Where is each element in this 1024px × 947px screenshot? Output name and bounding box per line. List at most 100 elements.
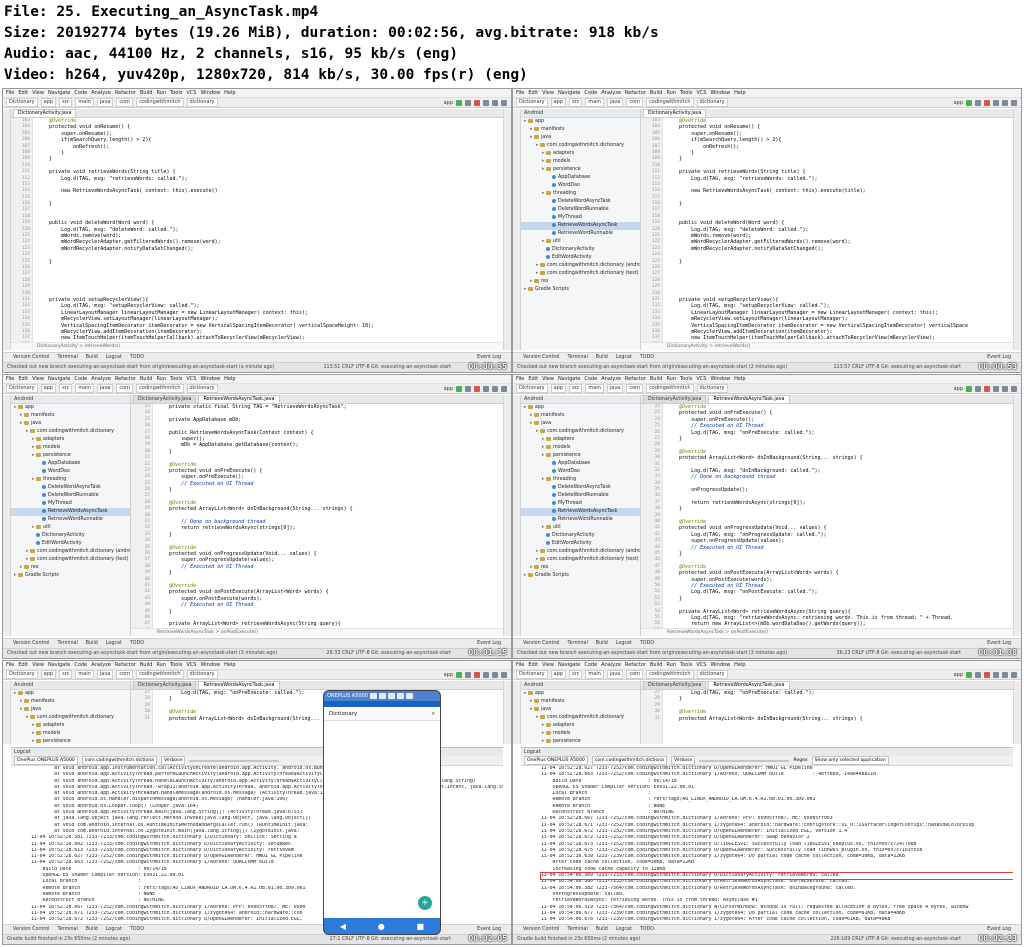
run-config-select[interactable]: app xyxy=(954,100,963,106)
avd-manager-icon[interactable] xyxy=(492,99,498,106)
editor-tab[interactable]: RetrieveWordsAsyncTask.java xyxy=(198,395,280,403)
menu-item[interactable]: Help xyxy=(224,662,235,668)
menu-item[interactable]: Edit xyxy=(528,90,538,96)
search-everywhere-icon[interactable] xyxy=(1011,671,1017,678)
breadcrumb-item[interactable]: dictionary xyxy=(696,384,728,393)
tree-item[interactable]: RetrieveWordRunnable xyxy=(521,230,640,238)
tool-window-button[interactable]: Build xyxy=(596,641,608,646)
tree-item[interactable]: ▸ util xyxy=(521,524,640,532)
tree-item[interactable]: ▸ com.codingwithmitch.dictionary xyxy=(521,428,640,436)
run-config-select[interactable]: app xyxy=(444,386,453,392)
menu-item[interactable]: Run xyxy=(156,662,166,668)
breadcrumb-item[interactable]: main xyxy=(585,98,604,107)
tree-item[interactable]: ▸com.codingwithmitch.dictionary (android… xyxy=(11,548,130,556)
menu-item[interactable]: Tools xyxy=(170,90,182,96)
breadcrumb-item[interactable]: java xyxy=(96,384,114,393)
debug-icon[interactable] xyxy=(975,385,981,392)
menu-item[interactable]: View xyxy=(542,376,554,382)
breadcrumb-item[interactable]: java xyxy=(606,384,624,393)
menu-item[interactable]: Refactor xyxy=(625,662,646,668)
menu-item[interactable]: Build xyxy=(140,662,153,668)
menu-item[interactable]: Tools xyxy=(680,90,692,96)
code-text[interactable]: @Override protected void onResume() { su… xyxy=(663,118,1013,342)
menu-item[interactable]: VCS xyxy=(186,90,196,96)
tree-item[interactable]: ▸ adapters xyxy=(11,722,130,730)
tree-item[interactable]: DictionaryActivity xyxy=(521,246,640,254)
emulator-volume-icon[interactable] xyxy=(387,693,395,699)
breadcrumb-item[interactable]: main xyxy=(75,384,94,393)
menu-item[interactable]: Tools xyxy=(170,376,182,382)
device-select[interactable]: OnePlus ONEPLUS A5000 xyxy=(524,756,588,765)
breadcrumb-item[interactable]: app xyxy=(40,384,57,393)
breadcrumb-item[interactable]: codingwithmitch xyxy=(136,384,184,393)
tree-item[interactable]: ▸ models xyxy=(521,158,640,166)
tree-item[interactable]: ▸ manifests xyxy=(11,412,130,420)
menu-item[interactable]: Code xyxy=(74,90,87,96)
tool-window-button[interactable]: TODO xyxy=(130,355,144,360)
menu-item[interactable]: VCS xyxy=(696,90,706,96)
tree-item[interactable]: ▸ java xyxy=(521,706,640,714)
menu-item[interactable]: Navigate xyxy=(558,376,580,382)
breadcrumb-item[interactable]: main xyxy=(585,670,604,679)
tool-window-button[interactable]: Terminal xyxy=(58,355,78,360)
breadcrumb-item[interactable]: app xyxy=(550,98,567,107)
avd-manager-icon[interactable] xyxy=(1002,99,1008,106)
debug-icon[interactable] xyxy=(975,671,981,678)
code-editor[interactable]: DictionaryActivity.java RetrieveWordsAsyn… xyxy=(131,681,503,744)
menu-item[interactable]: Edit xyxy=(528,662,538,668)
tree-item[interactable]: DictionaryActivity xyxy=(11,532,130,540)
event-log-button[interactable]: Event Log xyxy=(477,927,511,932)
tool-window-button[interactable]: Build xyxy=(596,355,608,360)
tree-item[interactable]: ▸ com.codingwithmitch.dictionary (test) xyxy=(11,556,130,564)
code-editor[interactable]: DictionaryActivity.java 103 104 105 106 107 10… xyxy=(11,109,503,350)
debug-icon[interactable] xyxy=(465,99,471,106)
tree-item[interactable]: ▸ java xyxy=(11,706,130,714)
search-everywhere-icon[interactable] xyxy=(501,99,507,106)
tool-window-button[interactable]: Build xyxy=(596,927,608,932)
tree-item[interactable]: WordDao xyxy=(521,468,640,476)
code-editor[interactable]: DictionaryActivity.java RetrieveWordsAsyn… xyxy=(641,395,1013,636)
breadcrumb-item[interactable]: com xyxy=(116,98,134,107)
breadcrumb-item[interactable]: main xyxy=(75,670,94,679)
tree-item[interactable]: AppDatabase xyxy=(521,174,640,182)
tree-item[interactable]: ▸ manifests xyxy=(521,412,640,420)
breadcrumb-item[interactable]: Dictionary xyxy=(516,98,548,107)
breadcrumb-item[interactable]: Dictionary xyxy=(6,670,38,679)
project-view-selector[interactable]: Android xyxy=(521,109,640,118)
breadcrumb-item[interactable]: codingwithmitch xyxy=(136,98,184,107)
menu-item[interactable]: VCS xyxy=(186,376,196,382)
breadcrumb-item[interactable]: Dictionary xyxy=(6,98,38,107)
menu-item[interactable]: Refactor xyxy=(115,662,136,668)
event-log-button[interactable]: Event Log xyxy=(987,355,1021,360)
code-area[interactable]: 22 23 24 25 26 27 28 29 30 31 32 33 34 35 36 37 38 39 40 41… xyxy=(641,404,1013,628)
editor-tab[interactable]: RetrieveWordsAsyncTask.java xyxy=(708,395,790,403)
menu-item[interactable]: Code xyxy=(74,662,87,668)
menu-item[interactable]: Code xyxy=(584,662,597,668)
tree-item[interactable]: EditWordActivity xyxy=(521,540,640,548)
editor-tab[interactable]: RetrieveWordsAsyncTask.java xyxy=(198,681,280,689)
search-everywhere-icon[interactable] xyxy=(501,385,507,392)
stop-icon[interactable] xyxy=(474,385,480,392)
tool-window-button[interactable]: Build xyxy=(86,927,98,932)
breadcrumb-item[interactable]: app xyxy=(40,670,57,679)
menu-item[interactable]: Window xyxy=(710,376,730,382)
tree-item[interactable]: AppDatabase xyxy=(11,460,130,468)
tree-item[interactable]: ▸ threading xyxy=(521,476,640,484)
tree-item[interactable]: ▸ java xyxy=(521,420,640,428)
back-nav-icon[interactable]: ◀ xyxy=(340,922,346,931)
add-word-fab[interactable]: + xyxy=(418,896,432,910)
tree-item[interactable]: MyThread xyxy=(521,500,640,508)
menu-item[interactable]: Window xyxy=(710,90,730,96)
breadcrumb-item[interactable]: dictionary xyxy=(186,98,218,107)
code-area[interactable]: 27 28 29 30 31 Log.d(TAG, msg: "onPreExecute… xyxy=(131,690,503,744)
tool-window-button[interactable]: Version Control xyxy=(13,927,50,932)
tree-item[interactable]: EditWordActivity xyxy=(11,540,130,548)
tree-item[interactable]: ▸ manifests xyxy=(11,698,130,706)
menu-item[interactable]: Refactor xyxy=(625,376,646,382)
run-icon[interactable] xyxy=(456,671,462,678)
tool-window-button[interactable]: Logcat xyxy=(106,641,122,646)
code-editor[interactable]: DictionaryActivity.java 103 104 105 106 107 10… xyxy=(641,109,1013,350)
editor-tab[interactable]: DictionaryActivity.java xyxy=(643,681,707,689)
menu-item[interactable]: Refactor xyxy=(625,90,646,96)
code-area[interactable]: 27 28 29 30 31 Log.d(TAG, msg: "onPreExecute… xyxy=(641,690,1013,744)
